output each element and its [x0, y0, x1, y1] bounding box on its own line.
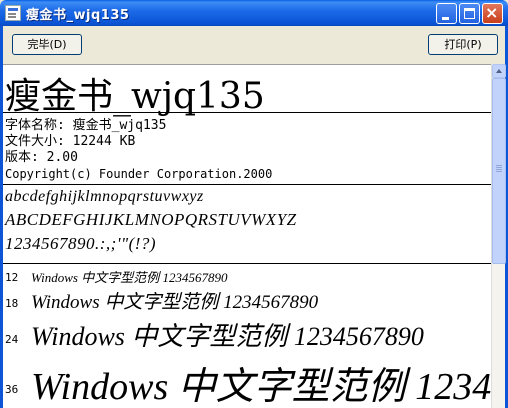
size-label-12: 12	[5, 271, 19, 284]
size-sample-18: Windows 中文字型范例 1234567890	[31, 292, 319, 313]
file-size-line: 文件大小: 12244 KB	[5, 134, 136, 149]
divider	[3, 112, 491, 113]
size-label-36: 36	[5, 383, 19, 396]
size-sample-24: Windows 中文字型范例 1234567890	[31, 322, 424, 351]
uppercase-sample: ABCDEFGHIJKLMNOPQRSTUVWXYZ	[5, 210, 297, 229]
font-preview-area: 瘦金书_wjq135 字体名称: 瘦金书_wjq135 文件大小: 12244 …	[3, 64, 491, 408]
done-button[interactable]: 完毕(D)	[12, 34, 82, 55]
scrollbar-thumb[interactable]	[492, 78, 506, 264]
close-button[interactable]: ×	[482, 3, 503, 24]
font-name-line: 字体名称: 瘦金书_wjq135	[5, 118, 167, 133]
scroll-up-arrow-icon[interactable]	[492, 64, 506, 78]
close-icon: ×	[485, 3, 499, 22]
digits-punctuation-sample: 1234567890.:,;'"(!?)	[5, 234, 157, 253]
lowercase-sample: abcdefghijklmnopqrstuvwxyz	[5, 188, 204, 205]
maximize-icon	[464, 8, 475, 19]
vertical-scrollbar[interactable]	[491, 64, 506, 408]
window-title: 瘦金书_wjq135	[26, 8, 130, 23]
size-label-24: 24	[5, 333, 19, 346]
title-bar[interactable]: 瘦金书_wjq135 ×	[0, 0, 508, 26]
divider	[3, 184, 491, 185]
divider	[3, 263, 491, 264]
print-button[interactable]: 打印(P)	[428, 34, 498, 55]
size-sample-12: Windows 中文字型范例 1234567890	[31, 270, 228, 285]
version-line: 版本: 2.00	[5, 150, 78, 165]
maximize-button[interactable]	[459, 3, 480, 24]
minimize-button[interactable]	[436, 3, 457, 24]
size-label-18: 18	[5, 297, 19, 310]
font-viewer-app-icon[interactable]	[5, 5, 21, 21]
size-sample-36: Windows 中文字型范例 1234567890	[31, 366, 491, 408]
copyright-line: Copyright(c) Founder Corporation.2000	[5, 167, 273, 181]
minimize-icon	[442, 17, 449, 20]
